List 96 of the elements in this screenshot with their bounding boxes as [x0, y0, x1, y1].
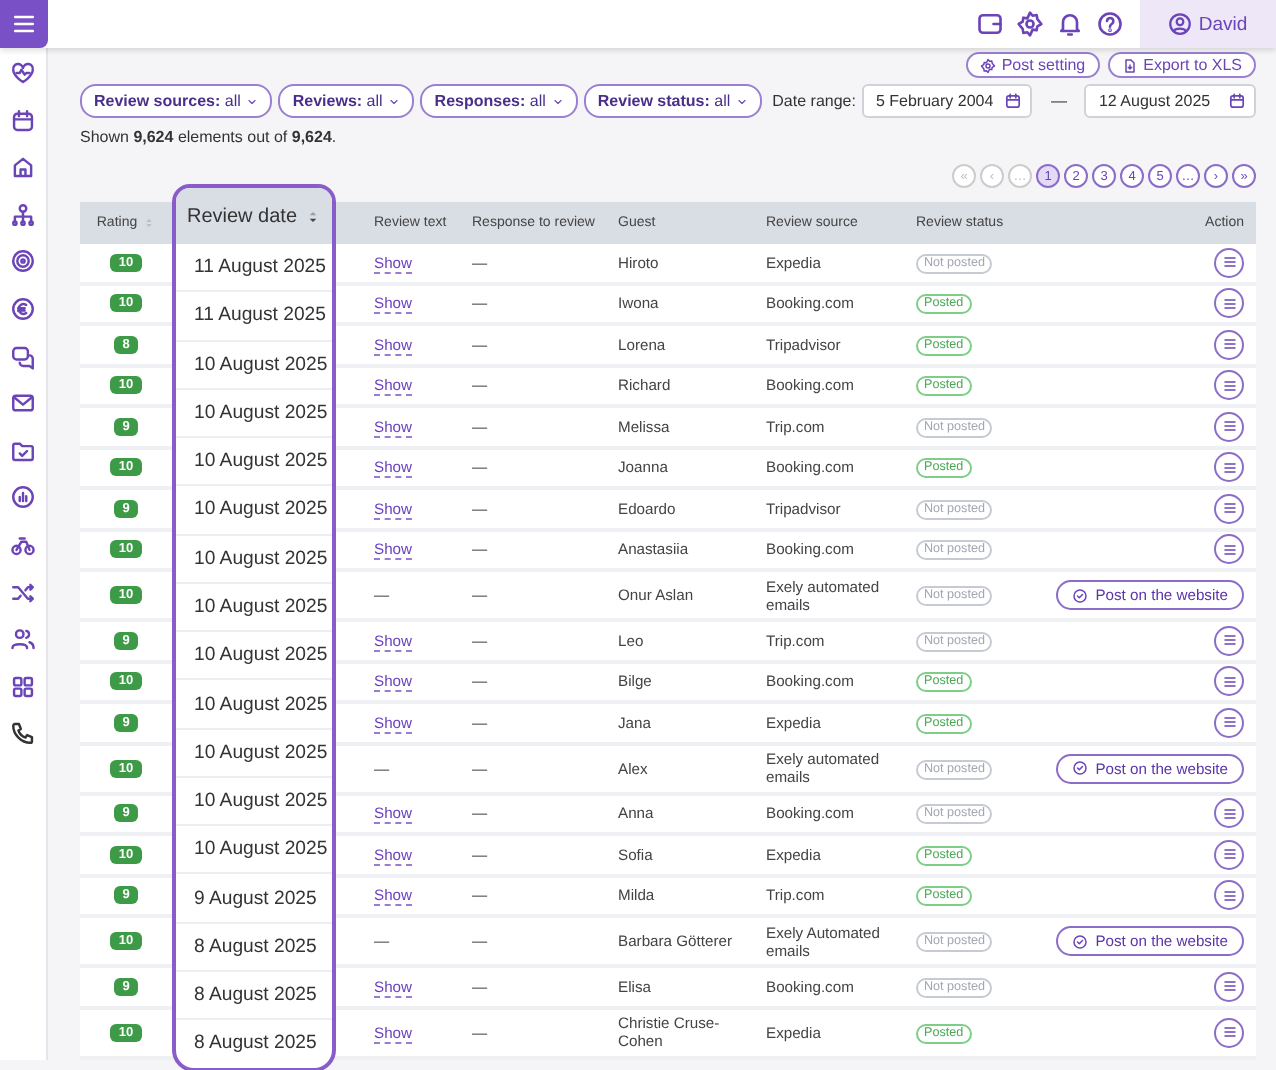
menu-icon — [10, 10, 38, 38]
grid-icon[interactable] — [10, 673, 36, 700]
caret-icon — [551, 95, 564, 107]
calendar-icon — [1228, 92, 1246, 110]
menu-icon — [1221, 887, 1237, 904]
review-date: 10 August 2025 — [194, 547, 328, 570]
menu-button[interactable] — [1214, 1017, 1244, 1047]
user-icon — [1168, 12, 1193, 36]
review-date: 11 August 2025 — [194, 304, 326, 327]
review-date: 11 August 2025 — [194, 256, 326, 279]
menu-icon — [1221, 377, 1237, 394]
heart-pulse-icon[interactable] — [10, 60, 36, 86]
menu-button[interactable] — [1214, 288, 1244, 319]
caret-icon — [388, 95, 401, 107]
review-date: 10 August 2025 — [194, 693, 328, 716]
check-circle-icon — [1071, 760, 1088, 776]
menu-button[interactable] — [1214, 625, 1244, 656]
menu-icon — [1221, 673, 1237, 690]
menu-icon — [1221, 541, 1237, 558]
shuffle-icon[interactable] — [10, 579, 36, 606]
chart-icon[interactable] — [10, 484, 36, 511]
review-date: 10 August 2025 — [194, 644, 328, 667]
folder-check-icon[interactable] — [10, 437, 36, 464]
menu-button[interactable] — [1214, 839, 1244, 870]
menu-button[interactable] — [1214, 666, 1244, 697]
filter-dropdown[interactable]: Responses: all — [420, 84, 578, 118]
menu-button[interactable] — [1214, 329, 1244, 360]
menu-button[interactable] — [1214, 534, 1244, 565]
help-icon[interactable] — [1096, 10, 1124, 38]
menu-icon — [1221, 459, 1237, 476]
menu-icon — [1221, 1024, 1237, 1040]
review-date: 8 August 2025 — [194, 935, 317, 958]
review-date: 10 August 2025 — [194, 595, 328, 618]
menu-icon — [1221, 500, 1237, 517]
menu-button[interactable] — [1214, 971, 1244, 1002]
menu-icon — [1221, 805, 1237, 822]
menu-button[interactable] — [1214, 247, 1244, 278]
chat-icon[interactable] — [10, 343, 36, 370]
review-date: 9 August 2025 — [194, 887, 317, 910]
review-date: 10 August 2025 — [194, 838, 328, 861]
people-icon[interactable] — [10, 626, 36, 653]
filter-dropdown[interactable]: Review status: all — [583, 84, 763, 118]
menu-button[interactable] — [1214, 452, 1244, 483]
caret-icon — [246, 95, 259, 107]
target-icon[interactable] — [10, 248, 36, 275]
post-setting-button[interactable]: Post setting — [965, 52, 1100, 78]
menu-icon — [1221, 978, 1237, 995]
menu-icon — [1221, 846, 1237, 863]
menu-button[interactable] — [0, 0, 48, 48]
bicycle-icon[interactable] — [10, 531, 36, 558]
date-field[interactable]: 12 August 2025 — [1084, 84, 1256, 118]
review-date: 10 August 2025 — [194, 498, 328, 521]
bell-icon[interactable] — [1056, 10, 1084, 38]
menu-button[interactable] — [1214, 370, 1244, 401]
review-date: 10 August 2025 — [194, 401, 328, 424]
wallet-icon[interactable] — [976, 10, 1004, 38]
menu-button[interactable] — [1214, 707, 1244, 738]
review-date: 10 August 2025 — [194, 741, 328, 764]
column-header: Review date — [186, 205, 298, 227]
menu-icon — [1221, 632, 1237, 649]
date-separator: — — [1050, 92, 1067, 110]
results-summary: Shown 9,624 elements out of 9,624. — [80, 128, 339, 146]
euro-icon[interactable] — [10, 295, 36, 322]
review-date: 8 August 2025 — [194, 984, 317, 1007]
check-circle-icon — [1071, 933, 1088, 949]
check-circle-icon — [1071, 587, 1088, 603]
export-button[interactable]: Export to XLS — [1107, 52, 1256, 78]
review-date: 10 August 2025 — [194, 790, 328, 813]
filter-dropdown[interactable]: Review sources: all — [80, 84, 273, 118]
date-range-label: Date range: — [772, 92, 856, 110]
menu-icon — [1221, 418, 1237, 435]
menu-icon — [1221, 254, 1237, 271]
caret-icon — [736, 95, 749, 107]
settings-icon — [979, 57, 996, 73]
sort-icon — [141, 214, 156, 232]
menu-button[interactable] — [1214, 798, 1244, 829]
review-date: 10 August 2025 — [194, 450, 328, 473]
file-download-icon — [1121, 57, 1138, 73]
review-date: 10 August 2025 — [194, 353, 328, 376]
hierarchy-icon[interactable] — [10, 201, 36, 228]
menu-icon — [1221, 336, 1237, 353]
calendar-icon — [1004, 92, 1023, 110]
calendar-icon[interactable] — [10, 107, 36, 134]
menu-icon — [1221, 714, 1237, 731]
review-date: 8 August 2025 — [194, 1032, 317, 1055]
mail-icon[interactable] — [10, 390, 36, 417]
date-field[interactable]: 5 February 2004 — [861, 84, 1033, 118]
home-icon[interactable] — [10, 154, 36, 181]
user-menu[interactable]: David — [1140, 0, 1276, 48]
menu-icon — [1221, 295, 1237, 312]
menu-button[interactable] — [1214, 493, 1244, 524]
menu-button[interactable] — [1214, 880, 1244, 911]
settings-icon[interactable] — [1016, 10, 1044, 38]
phone-icon[interactable] — [10, 720, 36, 747]
filter-dropdown[interactable]: Reviews: all — [278, 84, 415, 118]
menu-button[interactable] — [1214, 411, 1244, 442]
